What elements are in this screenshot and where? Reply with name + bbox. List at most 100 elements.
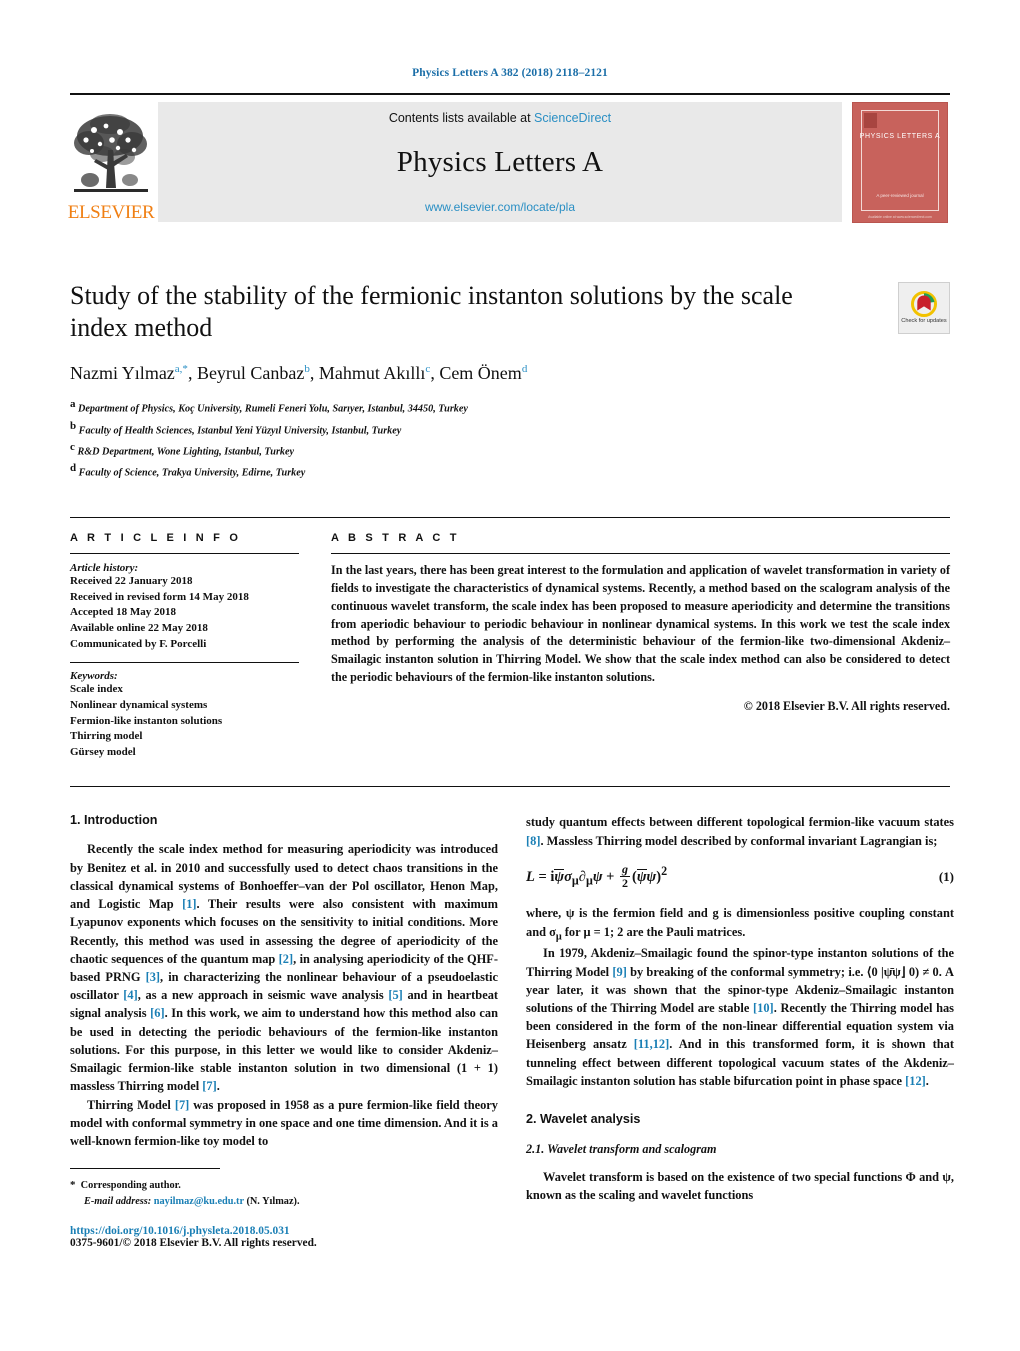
author-name: Mahmut Akıllı [318,363,426,384]
paper-page: Physics Letters A 382 (2018) 2118–2121 E… [0,0,1020,1351]
text-run: for μ = 1; 2 are the Pauli matrices. [561,924,746,939]
cover-footer: A peer-reviewed journal [876,193,924,199]
equation-number: (1) [938,869,954,885]
text-run: , as a new approach in seismic wave anal… [137,988,389,1003]
author-list: Nazmi Yılmaza,*, Beyrul Canbazb, Mahmut … [70,363,950,384]
corresponding-author-line: * Corresponding author. [70,1177,500,1194]
citation-ref[interactable]: [3] [146,970,160,984]
journal-title: Physics Letters A [396,146,604,178]
sciencedirect-link[interactable]: ScienceDirect [534,111,611,125]
citation-ref[interactable]: [7] [175,1098,189,1112]
footnote-divider [70,1168,220,1169]
history-item: Accepted 18 May 2018 [70,606,177,619]
divider [70,553,299,555]
text-run: study quantum effects between different … [526,815,954,830]
citation-ref[interactable]: [8] [526,834,540,848]
affiliation-mark: a [70,398,76,411]
citation-ref[interactable]: [6] [150,1006,164,1020]
author-sep: , [187,363,197,384]
issn-copyright: 0375-9601/© 2018 Elsevier B.V. All right… [70,1236,317,1249]
title-block: Study of the stability of the fermionic … [70,280,950,481]
info-abstract-block: A R T I C L E I N F O Article history: R… [70,517,950,760]
crossmark-label: Check for updates [901,318,947,324]
equation-1: L = iψσμ∂μψ + g 2 (ψψ)2 (1) [526,862,954,891]
keyword-item: Gürsey model [70,745,136,758]
left-column: 1. Introduction Recently the scale index… [70,813,498,1204]
abstract-text: In the last years, there has been great … [331,563,950,684]
page-title: Study of the stability of the fermionic … [70,281,793,342]
paragraph-right-4: Wavelet transform is based on the existe… [526,1170,954,1203]
text-run: . [216,1079,220,1094]
crossmark-icon [911,291,937,317]
author-marks: a,* [174,363,188,376]
divider [331,553,950,555]
author-name: Nazmi Yılmaz [70,363,175,384]
publisher-logo: ELSEVIER [67,102,155,223]
author-name: Beyrul Canbaz [196,363,305,384]
affiliation-text: Faculty of Health Sciences, Istanbul Yen… [78,425,402,437]
author-name: Cem Önem [439,363,522,384]
asterisk-icon: * [70,1179,76,1191]
citation-ref[interactable]: [10] [753,1001,774,1015]
citation-ref[interactable]: [7] [202,1079,216,1093]
heading-introduction: 1. Introduction [70,813,158,828]
citation-ref[interactable]: [2] [279,952,293,966]
cover-title: PHYSICS LETTERS A [859,133,941,140]
paragraph-intro-1: Recently the scale index method for meas… [70,840,498,1095]
affiliation-text: R&D Department, Wone Lighting, Istanbul,… [77,446,295,458]
paragraph-right-3: In 1979, Akdeniz–Smailagic found the spi… [526,944,954,1090]
email-label: E-mail address: [84,1195,152,1207]
email-owner: (N. Yılmaz). [246,1195,300,1207]
abstract-column: A B S T R A C T In the last years, there… [325,532,950,760]
corresponding-author-text: Corresponding author. [80,1180,181,1191]
author-sep: , [309,363,319,384]
affiliation-text: Department of Physics, Koç University, R… [78,403,468,415]
journal-cover: PHYSICS LETTERS A A peer-reviewed journa… [850,102,950,223]
citation-ref[interactable]: [9] [612,965,626,979]
keyword-item: Fermion-like instanton solutions [70,714,223,727]
author-marks: d [521,363,528,376]
keyword-item: Nonlinear dynamical systems [70,698,208,711]
text-run: Thirring Model [87,1097,175,1112]
affiliation-item: d Faculty of Science, Trakya University,… [70,460,950,481]
email-link[interactable]: nayilmaz@ku.edu.tr [154,1196,244,1207]
affiliation-item: c R&D Department, Wone Lighting, Istanbu… [70,439,950,460]
affiliation-mark: b [70,419,77,432]
running-head: Physics Letters A 382 (2018) 2118–2121 [412,67,608,79]
elsevier-wordmark: ELSEVIER [67,202,155,223]
contents-available-line: Contents lists available at ScienceDirec… [389,111,611,125]
article-info-column: A R T I C L E I N F O Article history: R… [70,532,325,760]
article-history-label: Article history: [70,562,139,575]
citation-ref[interactable]: [11,12] [634,1037,669,1051]
journal-homepage-link[interactable]: www.elsevier.com/locate/pla [425,200,575,214]
affiliation-mark: d [70,462,77,475]
email-line: E-mail address: nayilmaz@ku.edu.tr (N. Y… [70,1194,500,1209]
affiliation-list: a Department of Physics, Koç University,… [70,396,950,481]
abstract-heading: A B S T R A C T [331,532,460,545]
citation-ref[interactable]: [4] [123,988,137,1002]
cover-thumbnail: PHYSICS LETTERS A A peer-reviewed journa… [852,102,948,223]
citation-ref[interactable]: [5] [388,988,402,1002]
paragraph-right-2: where, ψ is the fermion field and g is d… [526,904,954,944]
body-columns: 1. Introduction Recently the scale index… [70,786,954,1204]
history-item: Communicated by F. Porcelli [70,637,207,650]
divider [70,662,299,664]
citation-ref[interactable]: [12] [905,1074,926,1088]
crossmark-badge[interactable]: Check for updates [898,282,950,334]
footnote-block: * Corresponding author. E-mail address: … [70,1168,500,1249]
keywords-block: Keywords: Scale index Nonlinear dynamica… [70,662,299,760]
author-sep: , [430,363,440,384]
text-run: . Massless Thirring model described by c… [540,833,938,848]
citation-ref[interactable]: [1] [182,897,196,911]
history-item: Received in revised form 14 May 2018 [70,590,249,603]
keyword-item: Thirring model [70,730,143,743]
history-item: Available online 22 May 2018 [70,622,208,635]
equation-body: L = iψσμ∂μψ + g 2 (ψψ)2 [526,862,668,890]
cover-badge-icon [864,113,877,128]
heading-wavelet-transform: 2.1. Wavelet transform and scalogram [526,1142,717,1157]
doi-link[interactable]: https://doi.org/10.1016/j.physleta.2018.… [70,1225,500,1237]
journal-masthead: ELSEVIER Contents lists available at Sci… [67,93,950,228]
history-item: Received 22 January 2018 [70,575,193,588]
keyword-item: Scale index [70,683,123,696]
heading-wavelet-analysis: 2. Wavelet analysis [526,1112,641,1127]
